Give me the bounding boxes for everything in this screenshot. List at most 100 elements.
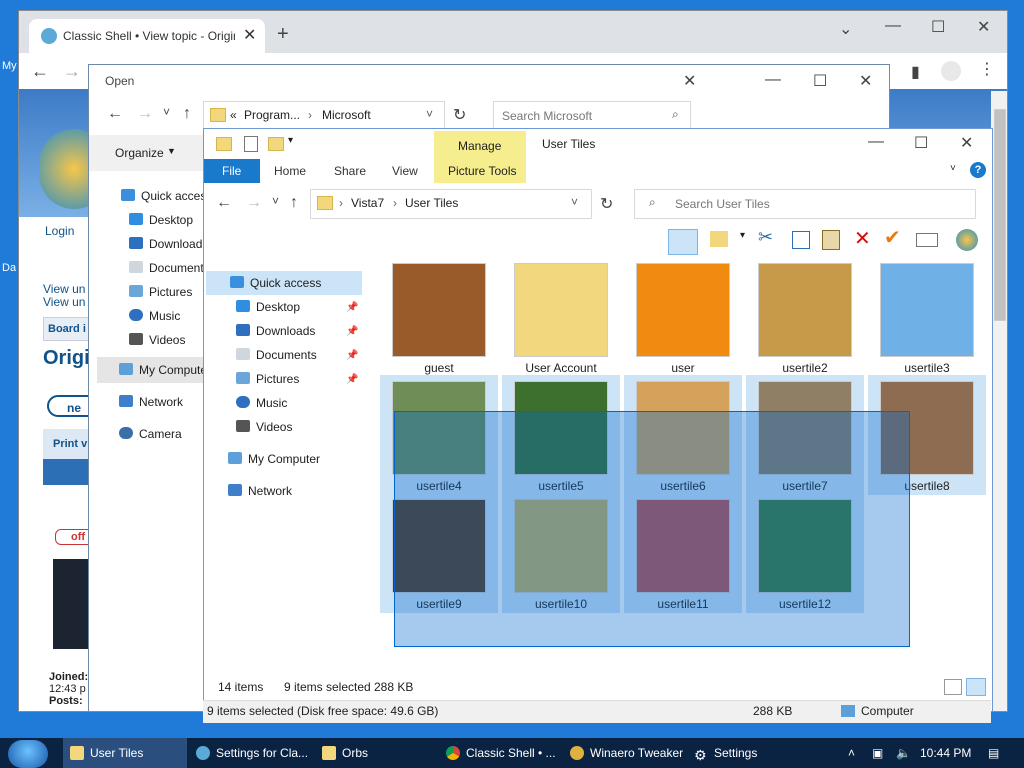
nav-music[interactable]: Music <box>129 309 180 323</box>
taskbar-item-orbs[interactable]: Orbs <box>322 738 368 768</box>
tab-search-icon[interactable]: ⌄ <box>839 19 852 39</box>
action-center-icon[interactable]: ▤ <box>988 738 999 768</box>
cut-icon[interactable]: ✂ <box>758 227 773 248</box>
properties-icon[interactable] <box>916 233 938 247</box>
organize-button[interactable]: Organize <box>115 146 164 160</box>
taskbar-item-settings[interactable]: ⚙ Settings <box>694 738 757 768</box>
nav-pictures[interactable]: Pictures <box>236 372 299 386</box>
view-unanswered-link[interactable]: View un <box>43 282 85 296</box>
page-scrollbar[interactable] <box>991 91 1007 711</box>
chevron-down-icon[interactable]: ˅ <box>571 195 578 209</box>
chevron-down-icon[interactable]: ▾ <box>740 230 745 241</box>
minimize-icon[interactable]: — <box>885 17 901 35</box>
maximize-icon[interactable]: ☐ <box>914 133 928 153</box>
forward-icon[interactable]: → <box>246 194 262 212</box>
help-icon[interactable]: ? <box>970 162 986 178</box>
view-unread-link[interactable]: View un <box>43 295 85 309</box>
tab-home[interactable]: Home <box>274 164 306 178</box>
manage-contextual-tab[interactable]: Manage <box>434 131 526 159</box>
nav-music[interactable]: Music <box>236 396 287 410</box>
nav-my-computer[interactable]: My Computer <box>228 452 320 466</box>
scroll-thumb[interactable] <box>994 109 1006 321</box>
file-tile[interactable]: user <box>624 257 742 377</box>
pin-icon[interactable]: 📌 <box>346 350 358 361</box>
folder-options-icon[interactable] <box>710 231 728 247</box>
taskbar-item-user-tiles[interactable]: User Tiles <box>70 738 143 768</box>
open-address-bar[interactable]: « Program... › Microsoft ˅ <box>203 101 445 131</box>
nav-documents[interactable]: Document <box>129 261 204 275</box>
close-tab-icon[interactable]: ✕ <box>243 25 256 45</box>
taskbar-item-settings-classic[interactable]: Settings for Cla... <box>196 738 308 768</box>
close-icon[interactable]: ✕ <box>683 71 696 91</box>
pin-icon[interactable]: 📌 <box>346 374 358 385</box>
refresh-icon[interactable]: ↻ <box>600 194 613 214</box>
back-icon[interactable]: ← <box>107 105 123 123</box>
start-orb-icon[interactable] <box>8 740 48 768</box>
navigation-pane-icon[interactable] <box>668 229 698 255</box>
explorer-address-bar[interactable]: › Vista7 › User Tiles ˅ <box>310 189 592 219</box>
chevron-down-icon[interactable]: ▼ <box>167 146 176 156</box>
refresh-icon[interactable]: ↻ <box>453 105 466 125</box>
nav-desktop[interactable]: Desktop <box>236 300 300 314</box>
close-icon[interactable]: ✕ <box>977 17 990 37</box>
close-icon[interactable]: ✕ <box>960 133 973 153</box>
nav-network[interactable]: Network <box>228 484 292 498</box>
breadcrumb-segment[interactable]: User Tiles <box>405 196 458 210</box>
taskbar-item-winaero[interactable]: Winaero Tweaker <box>570 738 683 768</box>
new-tab-icon[interactable]: + <box>277 23 289 46</box>
recent-locations-icon[interactable]: ˅ <box>272 194 279 208</box>
checkmark-icon[interactable]: ✔ <box>884 225 901 250</box>
file-tile[interactable]: usertile3 <box>868 257 986 377</box>
details-view-icon[interactable] <box>944 679 962 695</box>
new-folder-icon[interactable] <box>268 137 284 151</box>
nav-pictures[interactable]: Pictures <box>129 285 192 299</box>
nav-quick-access[interactable]: Quick access <box>230 276 321 290</box>
menu-icon[interactable]: ⋮ <box>979 59 995 79</box>
pin-icon[interactable]: 📌 <box>346 302 358 313</box>
expand-ribbon-icon[interactable]: ˅ <box>950 163 956 174</box>
reading-mode-icon[interactable]: ▮ <box>911 62 920 82</box>
nav-my-computer[interactable]: My Computer <box>119 363 211 377</box>
file-tile[interactable]: User Account Pictures <box>502 257 620 389</box>
path-segment[interactable]: Microsoft <box>322 108 371 122</box>
taskbar-item-chrome[interactable]: Classic Shell • ... <box>446 738 556 768</box>
search-input[interactable]: Search User Tiles <box>675 197 770 211</box>
maximize-icon[interactable]: ☐ <box>931 17 945 37</box>
up-icon[interactable]: ↑ <box>183 105 191 123</box>
network-tray-icon[interactable]: ▣ <box>872 738 883 768</box>
nav-downloads[interactable]: Download <box>129 237 202 251</box>
customize-toolbar-icon[interactable]: ▾ <box>288 135 293 146</box>
chrome-tab[interactable]: Classic Shell • View topic - Original ✕ <box>29 19 265 53</box>
minimize-icon[interactable]: — <box>868 133 884 151</box>
nav-videos[interactable]: Videos <box>236 420 292 434</box>
forward-icon[interactable]: → <box>137 105 153 123</box>
show-hidden-icons-icon[interactable]: ˄ <box>848 738 855 768</box>
paste-icon[interactable] <box>822 230 840 250</box>
nav-downloads[interactable]: Downloads <box>236 324 315 338</box>
nav-desktop[interactable]: Desktop <box>129 213 193 227</box>
up-icon[interactable]: ↑ <box>290 194 298 212</box>
close-icon[interactable]: ✕ <box>859 71 872 91</box>
explorer-search-field[interactable]: ⌕ Search User Tiles <box>634 189 976 219</box>
search-input[interactable]: Search Microsoft <box>502 109 592 123</box>
desktop-icon-label[interactable]: Da <box>2 262 16 274</box>
properties-icon[interactable] <box>244 136 258 152</box>
login-link[interactable]: Login <box>45 224 74 238</box>
forward-icon[interactable]: → <box>63 61 81 82</box>
large-icons-view-icon[interactable] <box>966 678 986 696</box>
breadcrumb-segment[interactable]: Vista7 <box>351 196 384 210</box>
open-search-field[interactable]: Search Microsoft ⌕ <box>493 101 691 131</box>
nav-network[interactable]: Network <box>119 395 183 409</box>
recent-locations-icon[interactable]: ˅ <box>163 105 170 119</box>
maximize-icon[interactable]: ☐ <box>813 71 827 91</box>
copy-icon[interactable] <box>792 231 810 249</box>
delete-icon[interactable]: ✕ <box>854 226 871 251</box>
minimize-icon[interactable]: — <box>765 71 781 89</box>
path-overflow[interactable]: « <box>230 108 237 122</box>
path-segment[interactable]: Program... <box>244 108 300 122</box>
file-tile[interactable]: guest <box>380 257 498 377</box>
tab-share[interactable]: Share <box>334 164 366 178</box>
nav-documents[interactable]: Documents <box>236 348 317 362</box>
file-tile[interactable]: usertile2 <box>746 257 864 377</box>
classic-shell-icon[interactable] <box>956 229 978 251</box>
